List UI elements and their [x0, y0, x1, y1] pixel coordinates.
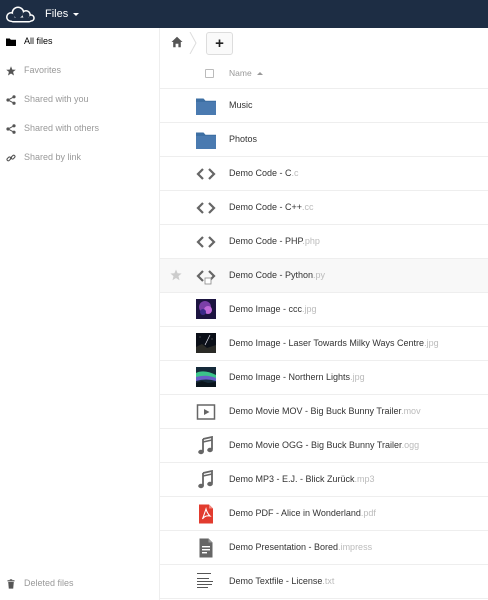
file-row[interactable]: Demo MP3 - E.J. - Blick Zurück.mp3 [160, 463, 488, 497]
top-header: Files [0, 0, 488, 28]
music-note-icon [198, 436, 213, 455]
file-row[interactable]: Demo Code - C++.cc [160, 191, 488, 225]
select-all-checkbox[interactable] [205, 69, 214, 78]
file-name: Demo Code - C++.cc [229, 202, 314, 212]
image-thumbnail [196, 333, 216, 353]
file-row[interactable]: Demo Code - Python.py [160, 259, 488, 293]
sort-ascending-icon [256, 71, 263, 75]
sidebar-item-label: Shared by link [24, 152, 82, 162]
file-name: Demo Code - PHP.php [229, 236, 320, 246]
file-name: Demo Code - C.c [229, 168, 299, 178]
code-icon [196, 202, 216, 214]
folder-icon [196, 132, 216, 149]
text-thumbnail [196, 571, 216, 591]
trash-icon [7, 579, 15, 589]
sidebar-item-deleted-files[interactable]: Deleted files [0, 570, 159, 599]
sidebar-item-label: Favorites [24, 65, 62, 75]
file-name: Demo Textfile - License.txt [229, 576, 335, 586]
file-name: Photos [229, 134, 258, 144]
sidebar-item-shared-with-others[interactable]: Shared with others [0, 115, 159, 144]
file-row[interactable]: Photos [160, 123, 488, 157]
file-name: Demo Code - Python.py [229, 270, 326, 280]
star-icon [6, 66, 16, 76]
new-file-button[interactable]: + [206, 32, 233, 55]
name-column-label: Name [229, 68, 252, 78]
sidebar-item-label: Shared with others [24, 123, 100, 133]
file-name: Demo PDF - Alice in Wonderland.pdf [229, 508, 376, 518]
folder-icon [196, 98, 216, 115]
sidebar-item-favorites[interactable]: Favorites [0, 57, 159, 86]
file-row[interactable]: Demo Presentation - Bored.impress [160, 531, 488, 565]
sidebar-item-label: Deleted files [24, 578, 74, 588]
sidebar-item-shared-with-you[interactable]: Shared with you [0, 86, 159, 115]
file-name: Demo Presentation - Bored.impress [229, 542, 373, 552]
folder-icon [6, 38, 16, 46]
link-icon [6, 154, 16, 162]
file-row[interactable]: Demo Image - Laser Towards Milky Ways Ce… [160, 327, 488, 361]
name-column-header[interactable]: Name [229, 68, 263, 78]
file-row[interactable]: Demo Code - PHP.php [160, 225, 488, 259]
owncloud-logo-icon[interactable] [4, 5, 36, 23]
image-thumbnail [196, 367, 216, 387]
pdf-icon [199, 504, 213, 524]
video-icon [196, 404, 216, 420]
music-note-icon [198, 470, 213, 489]
file-name: Demo Image - ccc.jpg [229, 304, 317, 314]
file-name: Music [229, 100, 253, 110]
code-icon [196, 168, 216, 180]
document-icon [199, 538, 213, 558]
file-row[interactable]: Demo Movie MOV - Big Buck Bunny Trailer.… [160, 395, 488, 429]
file-row[interactable]: Demo PDF - Alice in Wonderland.pdf [160, 497, 488, 531]
controls-bar: + [160, 28, 488, 58]
breadcrumb-separator [189, 32, 197, 54]
sidebar-item-shared-by-link[interactable]: Shared by link [0, 144, 159, 173]
favorite-star-icon[interactable] [170, 269, 182, 281]
app-title: Files [45, 8, 69, 20]
file-row[interactable]: Demo Image - Northern Lights.jpg [160, 361, 488, 395]
file-name: Demo Image - Northern Lights.jpg [229, 372, 365, 382]
file-row[interactable]: Music [160, 89, 488, 123]
file-name: Demo Movie OGG - Big Buck Bunny Trailer.… [229, 440, 420, 450]
file-row[interactable]: Demo Movie OGG - Big Buck Bunny Trailer.… [160, 429, 488, 463]
image-thumbnail [196, 299, 216, 319]
file-name: Demo Image - Laser Towards Milky Ways Ce… [229, 338, 439, 348]
file-row[interactable]: Demo Code - C.c [160, 157, 488, 191]
code-icon [196, 236, 216, 248]
file-row[interactable]: Demo Textfile - License.txt [160, 565, 488, 599]
sidebar-item-label: All files [24, 36, 53, 46]
file-name: Demo MP3 - E.J. - Blick Zurück.mp3 [229, 474, 375, 484]
home-icon[interactable] [171, 36, 183, 48]
code-icon [196, 270, 216, 285]
sidebar-item-all-files[interactable]: All files [0, 28, 159, 57]
file-list-header: Name [160, 58, 488, 89]
sidebar-item-label: Shared with you [24, 94, 89, 104]
sidebar: All files Favorites Shared with you Shar… [0, 28, 160, 600]
caret-down-icon [73, 12, 80, 16]
share-icon [6, 95, 16, 105]
share-icon [6, 124, 16, 134]
file-name: Demo Movie MOV - Big Buck Bunny Trailer.… [229, 406, 421, 416]
file-row[interactable]: Demo Image - ccc.jpg [160, 293, 488, 327]
app-menu-button[interactable]: Files [45, 0, 80, 28]
